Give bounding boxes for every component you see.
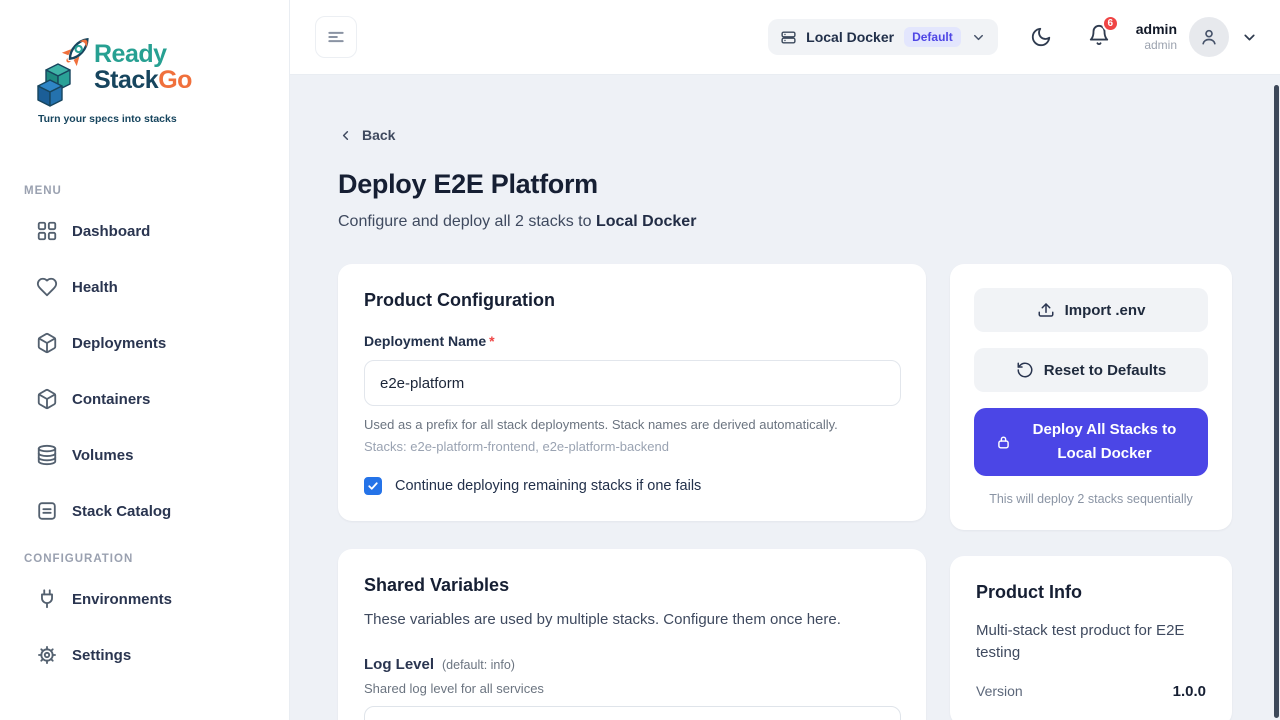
- server-icon: [780, 29, 797, 46]
- environment-selector[interactable]: Local Docker Default: [768, 19, 998, 55]
- brand-logo[interactable]: Ready StackGo Turn your specs into stack…: [0, 0, 220, 125]
- sidebar-toggle-button[interactable]: [315, 16, 357, 58]
- sidebar-item-deployments[interactable]: Deployments: [0, 323, 289, 363]
- refresh-icon: [1016, 361, 1034, 379]
- continue-checkbox[interactable]: [364, 477, 382, 495]
- box-icon: [36, 388, 58, 410]
- sidebar-item-containers[interactable]: Containers: [0, 379, 289, 419]
- back-button[interactable]: Back: [338, 127, 408, 143]
- continue-checkbox-label: Continue deploying remaining stacks if o…: [395, 478, 701, 494]
- version-label: Version: [976, 683, 1023, 699]
- environment-name: Local Docker: [806, 29, 894, 45]
- sidebar: Ready StackGo Turn your specs into stack…: [0, 0, 290, 720]
- log-level-default: (default: info): [442, 658, 515, 672]
- sidebar-item-health[interactable]: Health: [0, 267, 289, 307]
- sidebar-section-menu: MENU: [0, 185, 289, 197]
- user-role: admin: [1136, 38, 1177, 53]
- plug-icon: [36, 588, 58, 610]
- user-name: admin: [1136, 21, 1177, 39]
- main-content: Back Deploy E2E Platform Configure and d…: [290, 75, 1280, 720]
- required-marker: *: [489, 333, 494, 349]
- notification-count-badge: 6: [1102, 15, 1119, 32]
- environment-default-badge: Default: [904, 27, 961, 47]
- deploy-all-stacks-button[interactable]: Deploy All Stacks to Local Docker: [974, 408, 1208, 476]
- scrollbar-thumb[interactable]: [1274, 85, 1279, 718]
- log-level-help: Shared log level for all services: [364, 681, 900, 696]
- box-icon: [36, 332, 58, 354]
- import-env-button[interactable]: Import .env: [974, 288, 1208, 332]
- grid-icon: [36, 220, 58, 242]
- deployment-name-helper: Used as a prefix for all stack deploymen…: [364, 417, 900, 432]
- gear-icon: [36, 644, 58, 666]
- menu-icon: [326, 27, 346, 47]
- upload-icon: [1037, 301, 1055, 319]
- user-info: admin admin: [1136, 21, 1177, 54]
- chevron-down-icon: [971, 30, 986, 45]
- sidebar-section-configuration: CONFIGURATION: [0, 553, 289, 565]
- product-configuration-title: Product Configuration: [364, 290, 900, 311]
- sidebar-item-dashboard[interactable]: Dashboard: [0, 211, 289, 251]
- product-info-title: Product Info: [976, 582, 1206, 603]
- brand-tagline: Turn your specs into stacks: [38, 113, 220, 125]
- product-configuration-card: Product Configuration Deployment Name* U…: [338, 264, 926, 521]
- deploy-note: This will deploy 2 stacks sequentially: [974, 492, 1208, 506]
- lock-icon: [995, 434, 1012, 451]
- shared-variables-card: Shared Variables These variables are use…: [338, 549, 926, 720]
- page-title: Deploy E2E Platform: [338, 169, 1232, 200]
- rocket-cubes-logo-icon: [36, 30, 100, 108]
- deploy-actions-card: Import .env Reset to Defaults Deploy All…: [950, 264, 1232, 530]
- theme-toggle-button[interactable]: [1030, 26, 1052, 48]
- avatar[interactable]: [1189, 17, 1229, 57]
- shared-variables-title: Shared Variables: [364, 575, 900, 596]
- brand-name-stack: Stack: [94, 66, 158, 94]
- version-value: 1.0.0: [1173, 683, 1206, 700]
- log-level-label: Log Level: [364, 656, 434, 673]
- sidebar-item-stack-catalog[interactable]: Stack Catalog: [0, 491, 289, 531]
- log-level-select[interactable]: Info: [364, 706, 901, 720]
- sidebar-item-settings[interactable]: Settings: [0, 635, 289, 675]
- database-icon: [36, 444, 58, 466]
- page-subtitle: Configure and deploy all 2 stacks to Loc…: [338, 213, 1232, 231]
- chevron-left-icon: [338, 128, 362, 143]
- sidebar-item-volumes[interactable]: Volumes: [0, 435, 289, 475]
- shared-variables-description: These variables are used by multiple sta…: [364, 611, 900, 628]
- brand-name-go: Go: [158, 66, 192, 94]
- derived-stacks-line: Stacks: e2e-platform-frontend, e2e-platf…: [364, 439, 900, 454]
- sidebar-item-environments[interactable]: Environments: [0, 579, 289, 619]
- deployment-name-label: Deployment Name*: [364, 333, 900, 349]
- reset-defaults-button[interactable]: Reset to Defaults: [974, 348, 1208, 392]
- deployment-name-input[interactable]: [364, 360, 901, 406]
- heart-icon: [36, 276, 58, 298]
- brand-name-ready: Ready: [94, 42, 192, 68]
- user-menu-chevron[interactable]: [1241, 29, 1258, 46]
- moon-icon: [1030, 26, 1052, 48]
- product-info-description: Multi-stack test product for E2E testing: [976, 620, 1186, 664]
- product-info-card: Product Info Multi-stack test product fo…: [950, 556, 1232, 720]
- user-icon: [1199, 27, 1219, 47]
- topbar: Local Docker Default 6 admin admin: [290, 0, 1280, 75]
- catalog-icon: [36, 500, 58, 522]
- subtitle-target-environment: Local Docker: [596, 213, 696, 230]
